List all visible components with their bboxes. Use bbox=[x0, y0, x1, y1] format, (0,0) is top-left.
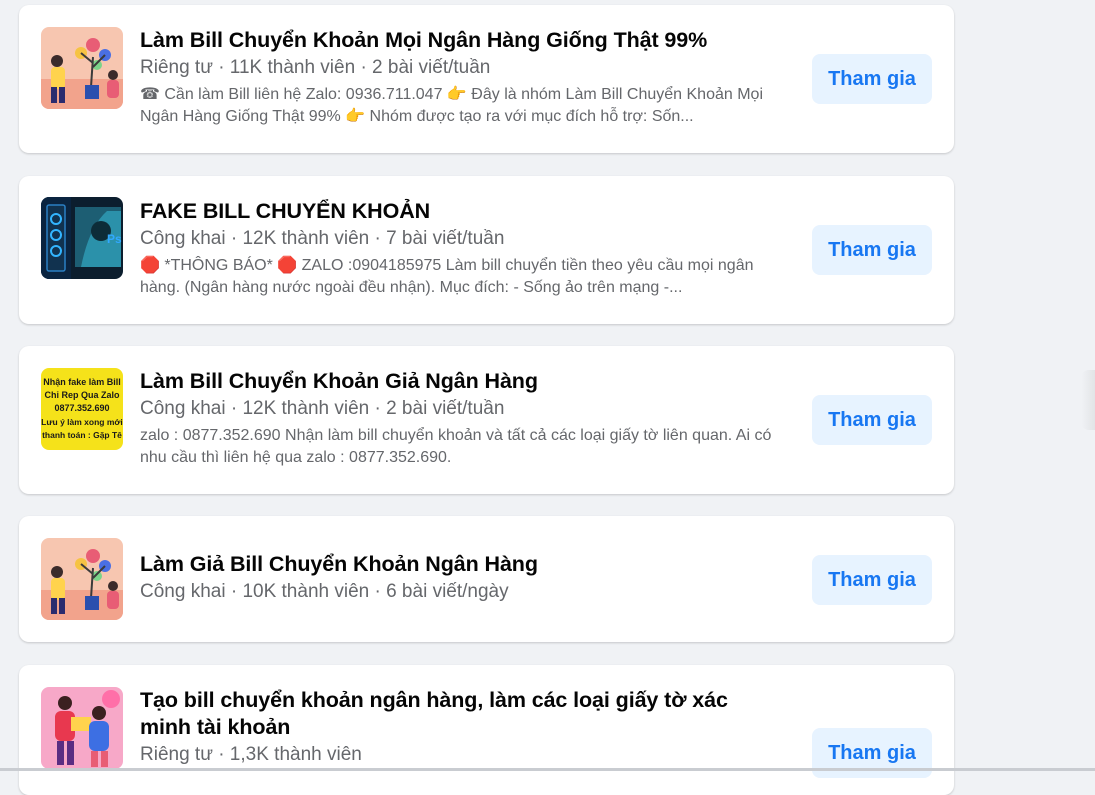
illustration-people-plant-icon bbox=[41, 27, 123, 109]
yellow-text-sign-icon: Nhận fake làm Bill Chỉ Rep Qua Zalo 0877… bbox=[41, 368, 123, 450]
group-title[interactable]: Tạo bill chuyển khoản ngân hàng, làm các… bbox=[140, 687, 780, 741]
group-description: zalo : 0877.352.690 Nhận làm bill chuyển… bbox=[140, 427, 772, 466]
group-avatar[interactable] bbox=[41, 538, 123, 620]
join-group-button[interactable]: Tham gia bbox=[812, 555, 932, 605]
group-meta: Công khai · 12K thành viên · 2 bài viết/… bbox=[140, 398, 505, 419]
thumb-text-line: thanh toán : Gặp Tê bbox=[42, 430, 122, 440]
group-card: Làm Bill Chuyển Khoản Mọi Ngân Hàng Giốn… bbox=[19, 5, 954, 153]
thumb-text-line: Nhận fake làm Bill bbox=[43, 377, 121, 387]
group-avatar[interactable] bbox=[41, 27, 123, 109]
group-meta: Công khai · 12K thành viên · 7 bài viết/… bbox=[140, 228, 505, 249]
thumb-text-line: Lưu ý làm xong mới bbox=[41, 417, 123, 427]
thumb-text-line: 0877.352.690 bbox=[54, 403, 109, 413]
group-title[interactable]: Làm Giả Bill Chuyển Khoản Ngân Hàng bbox=[140, 551, 795, 578]
group-description: ☎ Cần làm Bill liên hệ Zalo: 0936.711.04… bbox=[140, 86, 763, 125]
group-avatar[interactable]: Nhận fake làm Bill Chỉ Rep Qua Zalo 0877… bbox=[41, 368, 123, 450]
join-group-button[interactable]: Tham gia bbox=[812, 54, 932, 104]
photoshop-computer-image-icon: Ps bbox=[41, 197, 123, 279]
group-meta: Riêng tư · 11K thành viên · 2 bài viết/t… bbox=[140, 57, 491, 78]
group-title[interactable]: Làm Bill Chuyển Khoản Mọi Ngân Hàng Giốn… bbox=[140, 27, 795, 54]
illustration-people-plant-icon bbox=[41, 538, 123, 620]
join-group-button[interactable]: Tham gia bbox=[812, 225, 932, 275]
join-group-button[interactable]: Tham gia bbox=[812, 395, 932, 445]
group-card: Ps FAKE BILL CHUYỂN KHOẢN Công khai · 12… bbox=[19, 176, 954, 324]
group-avatar[interactable]: Ps bbox=[41, 197, 123, 279]
group-description: 🛑 *THÔNG BÁO* 🛑 ZALO :0904185975 Làm bil… bbox=[140, 257, 754, 296]
group-title[interactable]: Làm Bill Chuyển Khoản Giả Ngân Hàng bbox=[140, 368, 795, 395]
group-card: Tạo bill chuyển khoản ngân hàng, làm các… bbox=[19, 665, 954, 795]
group-avatar[interactable] bbox=[41, 687, 123, 769]
svg-text:Ps: Ps bbox=[107, 232, 122, 246]
group-title[interactable]: FAKE BILL CHUYỂN KHOẢN bbox=[140, 198, 795, 225]
thumb-text-line: Chỉ Rep Qua Zalo bbox=[44, 390, 120, 400]
group-meta: Công khai · 10K thành viên · 6 bài viết/… bbox=[140, 581, 509, 602]
illustration-people-box-icon bbox=[41, 687, 123, 769]
group-meta: Riêng tư · 1,3K thành viên bbox=[140, 744, 362, 765]
scroll-edge-shadow bbox=[1081, 370, 1095, 430]
group-card: Làm Giả Bill Chuyển Khoản Ngân Hàng Công… bbox=[19, 516, 954, 642]
group-card: Nhận fake làm Bill Chỉ Rep Qua Zalo 0877… bbox=[19, 346, 954, 494]
